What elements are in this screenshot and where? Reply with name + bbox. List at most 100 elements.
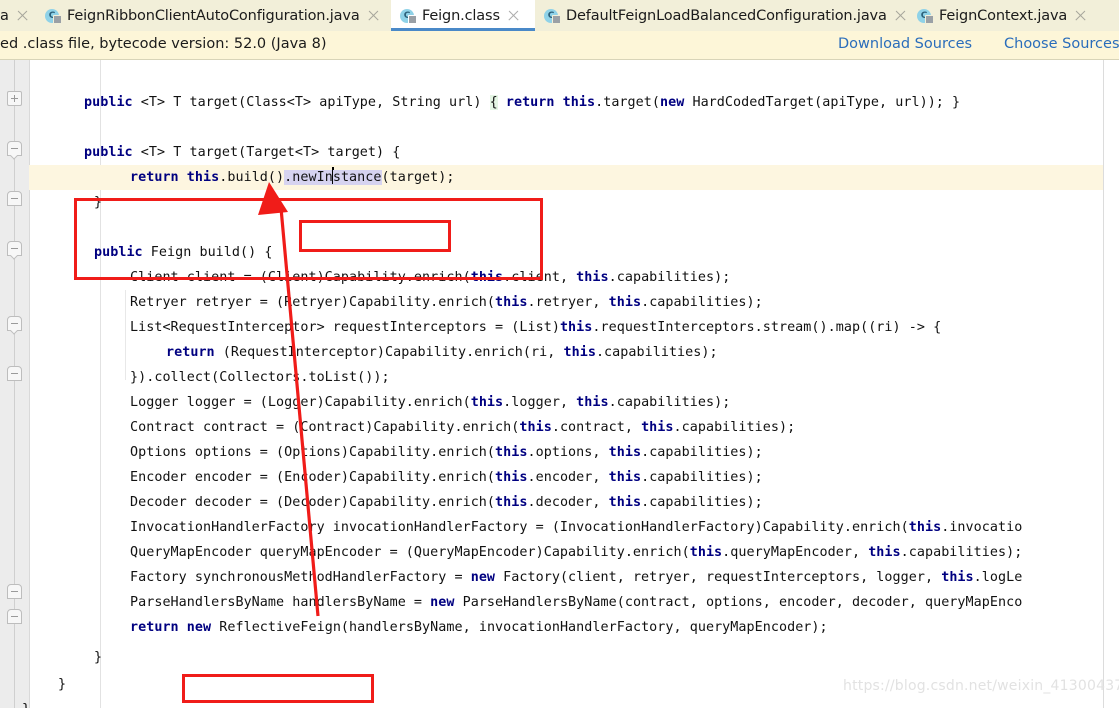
code-token: .capabilities);: [641, 445, 763, 460]
code-token: this: [495, 470, 528, 485]
editor-tab-label: DefaultFeignLoadBalancedConfiguration.ja…: [566, 7, 887, 24]
code-token: this: [576, 395, 609, 410]
editor-tab-bar: a C FeignRibbonClientAutoConfiguration.jav…: [0, 0, 1119, 31]
code-line: Factory synchronousMethodHandlerFactory …: [130, 565, 1022, 590]
code-token: public: [94, 245, 143, 260]
code-token: this: [608, 295, 642, 310]
csdn-watermark: https://blog.csdn.net/weixin_41300437: [843, 678, 1119, 694]
code-token: InvocationHandlerFactory invocationHandl…: [130, 520, 909, 535]
code-token: }: [58, 677, 67, 692]
java-class-icon: C: [917, 8, 934, 24]
code-token: .logger,: [503, 395, 577, 410]
code-token: Logger logger = (Logger)Capability.enric…: [130, 395, 471, 410]
code-token: this: [908, 520, 942, 535]
code-token: .capabilities);: [641, 295, 763, 310]
java-class-icon: C: [45, 8, 62, 24]
code-token: this: [519, 420, 552, 435]
code-token: this: [559, 320, 593, 335]
code-token: {: [489, 95, 498, 110]
java-class-icon: C: [544, 8, 561, 24]
code-token: new: [660, 95, 685, 110]
code-token: public: [84, 95, 133, 110]
code-token: this: [576, 270, 609, 285]
close-icon[interactable]: [894, 9, 907, 22]
code-token: (target);: [381, 170, 455, 185]
code-token: .client,: [503, 270, 577, 285]
code-token: HardCodedTarget(apiType, url)); }: [684, 95, 961, 110]
code-token: Encoder encoder = (Encoder)Capability.en…: [130, 470, 496, 485]
close-icon[interactable]: [507, 9, 520, 22]
code-line: return new ReflectiveFeign(handlersByNam…: [130, 615, 828, 640]
code-line: Client client = (Client)Capability.enric…: [130, 265, 730, 290]
code-token: stance: [332, 170, 382, 185]
code-token: this: [470, 270, 504, 285]
editor-tab-2[interactable]: C Feign.class: [391, 0, 535, 31]
ide-editor-window: a C FeignRibbonClientAutoConfiguration.jav…: [0, 0, 1119, 708]
code-line: QueryMapEncoder queryMapEncoder = (Query…: [130, 540, 1022, 565]
code-token: .invocatio: [941, 520, 1023, 535]
code-token: ReflectiveFeign(handlersByName, invocati…: [211, 620, 828, 635]
code-token: List<RequestInterceptor> requestIntercep…: [130, 320, 560, 335]
editor-tab-0[interactable]: a: [0, 0, 36, 31]
close-icon[interactable]: [16, 9, 29, 22]
code-line: return (RequestInterceptor)Capability.en…: [166, 340, 718, 365]
code-editor-area[interactable]: public <T> T target(Class<T> apiType, St…: [0, 60, 1119, 708]
editor-tab-label: a: [0, 7, 9, 24]
code-token: Client client = (Client)Capability.enric…: [130, 270, 471, 285]
editor-tab-4[interactable]: C FeignContext.java: [908, 0, 1088, 31]
code-token: (RequestInterceptor)Capability.enrich(ri…: [214, 345, 564, 360]
code-token: this: [495, 445, 528, 460]
code-line: }: [94, 190, 102, 215]
code-token: this: [941, 570, 974, 585]
code-line: public <T> T target(Class<T> apiType, St…: [84, 90, 960, 115]
code-token: this: [868, 545, 901, 560]
code-token: <T> T target(Class<T> apiType, String ur…: [132, 95, 490, 110]
editor-tab-3[interactable]: C DefaultFeignLoadBalancedConfiguration.j…: [535, 0, 908, 31]
editor-tab-label: FeignRibbonClientAutoConfiguration.java: [67, 7, 360, 24]
code-token: .logLe: [973, 570, 1023, 585]
source-code-text[interactable]: public <T> T target(Class<T> apiType, St…: [0, 60, 1119, 708]
code-token: }: [94, 650, 103, 665]
code-token: ParseHandlersByName handlersByName =: [130, 595, 431, 610]
code-token: Factory synchronousMethodHandlerFactory …: [130, 570, 471, 585]
close-icon[interactable]: [1074, 9, 1087, 22]
code-token: this: [562, 95, 596, 110]
download-sources-link[interactable]: Download Sources: [838, 36, 972, 52]
editor-tab-1[interactable]: C FeignRibbonClientAutoConfiguration.java: [36, 0, 391, 31]
code-token: }: [22, 702, 30, 708]
code-line: Retryer retryer = (Retryer)Capability.en…: [130, 290, 763, 315]
code-line: public Feign build() {: [94, 240, 272, 265]
code-token: return: [130, 170, 179, 185]
code-token: <T> T target(Target<T> target) {: [132, 145, 401, 160]
code-line: return this.build().newInstance(target);: [130, 165, 455, 190]
code-line: Decoder decoder = (Decoder)Capability.en…: [130, 490, 763, 515]
code-token: this: [608, 470, 642, 485]
code-token: .capabilities);: [641, 470, 763, 485]
code-token: this: [563, 345, 596, 360]
code-line: }: [22, 697, 30, 708]
code-token: this: [470, 395, 504, 410]
code-token: this: [608, 495, 642, 510]
code-token: this: [495, 295, 528, 310]
code-token: Retryer retryer = (Retryer)Capability.en…: [130, 295, 496, 310]
close-icon[interactable]: [367, 9, 380, 22]
code-token: Options options = (Options)Capability.en…: [130, 445, 496, 460]
code-token: .capabilities);: [608, 395, 731, 410]
code-line: Options options = (Options)Capability.en…: [130, 440, 763, 465]
code-token: .capabilities);: [673, 420, 796, 435]
code-token: public: [84, 145, 133, 160]
choose-sources-link[interactable]: Choose Sources: [1004, 36, 1119, 52]
code-token: .capabilities);: [595, 345, 718, 360]
code-token: QueryMapEncoder queryMapEncoder = (Query…: [130, 545, 690, 560]
code-token: .queryMapEncoder,: [722, 545, 869, 560]
code-token: ParseHandlersByName(contract, options, e…: [454, 595, 1023, 610]
code-token: .capabilities);: [641, 495, 763, 510]
code-token: .decoder,: [527, 495, 609, 510]
code-token: .options,: [527, 445, 609, 460]
code-token: Contract contract = (Contract)Capability…: [130, 420, 520, 435]
code-line: List<RequestInterceptor> requestIntercep…: [130, 315, 941, 340]
